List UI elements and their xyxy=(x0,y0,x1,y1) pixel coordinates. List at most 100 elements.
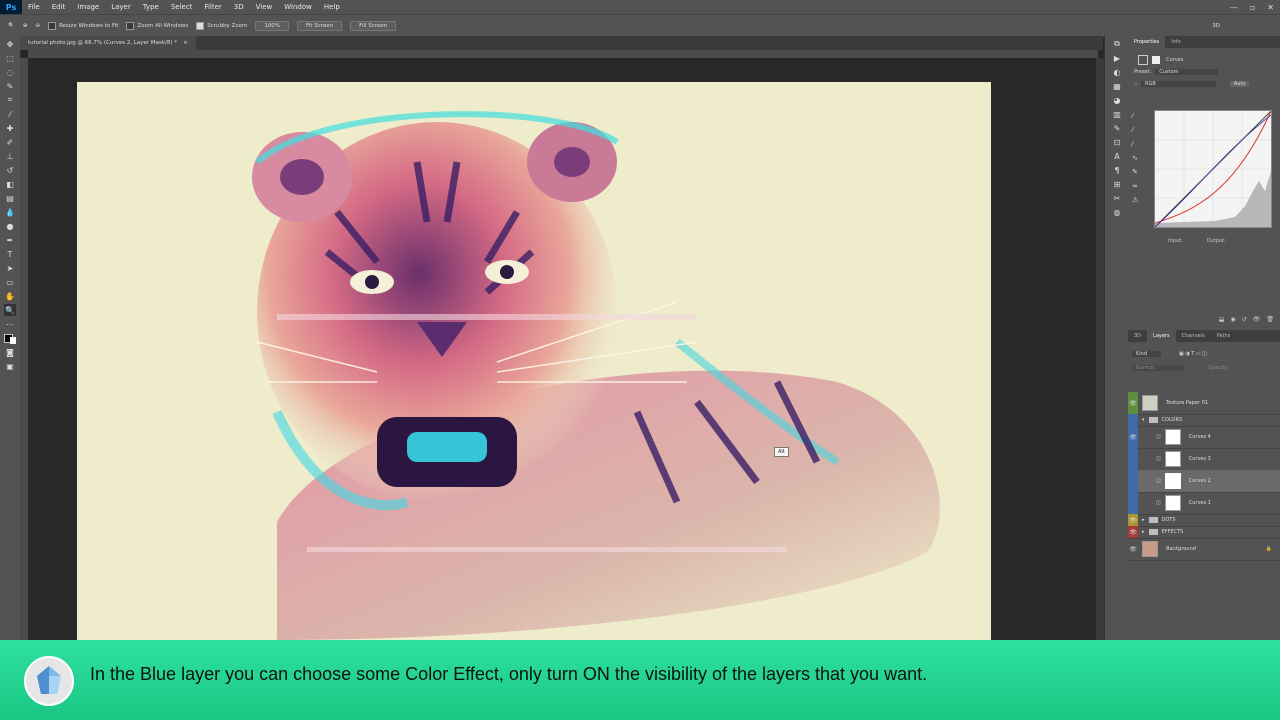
color-swatches[interactable] xyxy=(4,332,16,344)
target-adjust-icon[interactable]: ☝ xyxy=(1134,81,1137,87)
eyedropper-tool-icon[interactable]: ⁄ xyxy=(4,108,16,120)
brush-tool-icon[interactable]: ✐ xyxy=(4,136,16,148)
tab-3d[interactable]: 3D xyxy=(1128,333,1147,339)
swatches-panel-icon[interactable]: ▦ xyxy=(1111,80,1123,92)
blend-mode-select[interactable]: Normal xyxy=(1132,365,1185,371)
hand-tool-icon[interactable]: ✋ xyxy=(4,290,16,302)
zoom-in-icon[interactable]: ⊕ xyxy=(23,23,28,29)
visibility-eye-icon[interactable]: 👁 xyxy=(1128,514,1138,526)
layer-mask-icon[interactable] xyxy=(1152,56,1160,64)
tab-properties[interactable]: Properties xyxy=(1128,36,1166,48)
type-tool-icon[interactable]: T xyxy=(4,248,16,260)
visibility-eye-icon[interactable] xyxy=(1128,470,1138,492)
menu-filter[interactable]: Filter xyxy=(198,3,227,11)
brush-panel-icon[interactable]: ✎ xyxy=(1111,122,1123,134)
menu-window[interactable]: Window xyxy=(278,3,318,11)
lock-icon[interactable]: 🔒 xyxy=(1266,546,1272,552)
visibility-eye-icon[interactable]: 👁 xyxy=(1128,546,1138,553)
stamp-tool-icon[interactable]: ⊥ xyxy=(4,150,16,162)
gradient-tool-icon[interactable]: ▤ xyxy=(4,192,16,204)
zoom-all-option[interactable]: Zoom All Windows xyxy=(126,22,188,30)
menu-layer[interactable]: Layer xyxy=(105,3,137,11)
zoom-out-icon[interactable]: ⊖ xyxy=(35,23,40,29)
path-select-tool-icon[interactable]: ➤ xyxy=(4,262,16,274)
visibility-eye-icon[interactable] xyxy=(1128,492,1138,514)
scrubby-zoom-option[interactable]: Scrubby Zoom xyxy=(196,22,247,30)
layer-mask-thumbnail[interactable] xyxy=(1164,495,1181,511)
expand-chevron-icon[interactable]: ▾ xyxy=(1142,417,1145,423)
tools-panel-icon[interactable]: ✂ xyxy=(1111,192,1123,204)
more-tools-icon[interactable]: ⋯ xyxy=(4,318,16,330)
tab-layers[interactable]: Layers xyxy=(1147,330,1176,342)
workspace-switcher[interactable]: 3D xyxy=(1212,23,1220,29)
layer-row[interactable]: 👁 Texture Paper 01 xyxy=(1128,392,1280,415)
quick-mask-icon[interactable]: ◙ xyxy=(4,346,16,358)
layer-row-selected[interactable]: ◫ Curves 2 xyxy=(1128,470,1280,493)
document-tab[interactable]: tutorial photo.jpg @ 66.7% (Curves 2, La… xyxy=(20,36,196,50)
resize-windows-option[interactable]: Resize Windows to Fit xyxy=(48,22,118,30)
glyphs-panel-icon[interactable]: ⊞ xyxy=(1111,178,1123,190)
smooth-icon[interactable]: ≈ xyxy=(1132,182,1138,190)
menu-type[interactable]: Type xyxy=(137,3,165,11)
close-icon[interactable]: ✕ xyxy=(1267,3,1274,12)
maximize-icon[interactable]: ▫ xyxy=(1250,3,1255,12)
menu-view[interactable]: View xyxy=(250,3,279,11)
preset-select[interactable]: Custom xyxy=(1155,69,1219,75)
black-point-icon[interactable]: ⁄ xyxy=(1132,112,1138,120)
layer-row[interactable]: 👁 Background 🔒 xyxy=(1128,538,1280,561)
layer-row[interactable]: ◫ Curves 3 xyxy=(1128,448,1280,471)
clone-panel-icon[interactable]: ⊡ xyxy=(1111,136,1123,148)
menu-edit[interactable]: Edit xyxy=(46,3,72,11)
blur-tool-icon[interactable]: 💧 xyxy=(4,206,16,218)
filter-kind-select[interactable]: Kind xyxy=(1132,351,1162,357)
visibility-eye-icon[interactable]: 👁 xyxy=(1128,426,1138,448)
zoom-100-button[interactable]: 100% xyxy=(255,21,290,31)
screen-mode-icon[interactable]: ▣ xyxy=(4,360,16,372)
curves-graph[interactable] xyxy=(1154,110,1272,228)
visibility-icon[interactable]: 👁 xyxy=(1253,316,1261,323)
adjustments-panel-icon[interactable]: ◐ xyxy=(1111,66,1123,78)
quick-select-tool-icon[interactable]: ✎ xyxy=(4,80,16,92)
tab-paths[interactable]: Paths xyxy=(1211,333,1237,339)
zoom-tool-icon[interactable]: 🔍 xyxy=(4,304,16,316)
tab-channels[interactable]: Channels xyxy=(1176,333,1211,339)
clip-icon[interactable]: ⚠ xyxy=(1132,196,1138,204)
character-panel-icon[interactable]: A xyxy=(1111,150,1123,162)
crop-tool-icon[interactable]: ⌗ xyxy=(4,94,16,106)
menu-image[interactable]: Image xyxy=(71,3,105,11)
history-brush-icon[interactable]: ↺ xyxy=(4,164,16,176)
curve-edit-icon[interactable]: ∿ xyxy=(1132,154,1138,162)
3d-panel-icon[interactable]: ◍ xyxy=(1111,206,1123,218)
visibility-eye-icon[interactable] xyxy=(1128,448,1138,470)
menu-file[interactable]: File xyxy=(22,3,46,11)
visibility-eye-icon[interactable] xyxy=(1128,414,1138,426)
channel-select[interactable]: RGB xyxy=(1141,81,1216,87)
tab-info[interactable]: Info xyxy=(1165,39,1186,45)
layer-mask-thumbnail[interactable] xyxy=(1164,451,1181,467)
zoom-tool-icon[interactable]: 🔍 xyxy=(8,23,15,29)
white-point-icon[interactable]: ⁄ xyxy=(1132,140,1138,148)
history-panel-icon[interactable]: ⧉ xyxy=(1111,38,1123,50)
filter-icons[interactable]: ▣ ◑ T ▭ ◫ xyxy=(1179,351,1207,357)
layer-mask-thumbnail[interactable] xyxy=(1164,473,1181,489)
auto-button[interactable]: Auto xyxy=(1229,81,1250,87)
app-logo[interactable]: Ps xyxy=(0,0,22,14)
marquee-tool-icon[interactable]: ⬚ xyxy=(4,52,16,64)
vertical-scrollbar[interactable] xyxy=(1096,58,1104,640)
close-tab-icon[interactable]: × xyxy=(183,40,188,46)
menu-3d[interactable]: 3D xyxy=(228,3,250,11)
layer-row[interactable]: ◫ Curves 1 xyxy=(1128,492,1280,515)
eraser-tool-icon[interactable]: ◧ xyxy=(4,178,16,190)
visibility-eye-icon[interactable]: 👁 xyxy=(1128,392,1138,414)
dodge-tool-icon[interactable]: ● xyxy=(4,220,16,232)
move-tool-icon[interactable]: ✥ xyxy=(4,38,16,50)
healing-tool-icon[interactable]: ✚ xyxy=(4,122,16,134)
expand-chevron-icon[interactable]: ▸ xyxy=(1142,517,1145,523)
tiger-artwork[interactable] xyxy=(77,82,991,640)
delete-icon[interactable]: 🗑 xyxy=(1266,316,1274,323)
actions-panel-icon[interactable]: ▶ xyxy=(1111,52,1123,64)
view-previous-icon[interactable]: ◉ xyxy=(1230,316,1235,323)
reset-icon[interactable]: ↺ xyxy=(1242,316,1247,323)
paragraph-panel-icon[interactable]: ¶ xyxy=(1111,164,1123,176)
lasso-tool-icon[interactable]: ◌ xyxy=(4,66,16,78)
